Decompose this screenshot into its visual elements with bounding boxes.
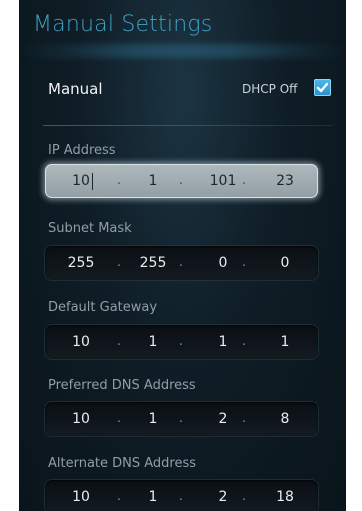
ip-address-octet-1[interactable]: 10 xyxy=(59,164,103,198)
default-gateway-label: Default Gateway xyxy=(48,300,158,315)
subnet-mask-octet-2[interactable]: 255 xyxy=(131,246,175,280)
alternate-dns-octet-2[interactable]: 1 xyxy=(131,480,175,511)
octet-separator: . xyxy=(116,411,122,426)
octet-separator: . xyxy=(178,411,184,426)
octet-separator: . xyxy=(178,334,184,349)
alternate-dns-field[interactable]: 10 . 1 . 2 . 18 xyxy=(45,480,318,511)
preferred-dns-field[interactable]: 10 . 1 . 2 . 8 xyxy=(45,402,318,436)
octet-separator: . xyxy=(241,255,247,270)
preferred-dns-octet-4[interactable]: 8 xyxy=(263,402,307,436)
ip-address-field[interactable]: 10 . 1 . 101 . 23 xyxy=(45,164,318,198)
octet-separator: . xyxy=(241,411,247,426)
dhcp-label: DHCP Off xyxy=(242,82,298,96)
text-caret xyxy=(92,173,93,190)
alternate-dns-label: Alternate DNS Address xyxy=(48,456,197,471)
preferred-dns-octet-1[interactable]: 10 xyxy=(59,402,103,436)
octet-separator: . xyxy=(116,173,122,188)
default-gateway-octet-4[interactable]: 1 xyxy=(263,325,307,359)
preferred-dns-octet-2[interactable]: 1 xyxy=(131,402,175,436)
title-glow xyxy=(19,44,346,58)
dhcp-off-checkbox[interactable] xyxy=(314,79,331,96)
ip-address-octet-4[interactable]: 23 xyxy=(263,164,307,198)
manual-settings-screen: Manual Settings Manual DHCP Off IP Addre… xyxy=(19,0,346,511)
octet-separator: . xyxy=(241,489,247,504)
subnet-mask-field[interactable]: 255 . 255 . 0 . 0 xyxy=(45,246,318,280)
default-gateway-octet-1[interactable]: 10 xyxy=(59,325,103,359)
octet-separator: . xyxy=(116,334,122,349)
octet-separator: . xyxy=(178,489,184,504)
octet-separator: . xyxy=(178,173,184,188)
page-title: Manual Settings xyxy=(33,12,213,37)
subnet-mask-octet-1[interactable]: 255 xyxy=(59,246,103,280)
default-gateway-field[interactable]: 10 . 1 . 1 . 1 xyxy=(45,325,318,359)
preferred-dns-label: Preferred DNS Address xyxy=(48,378,196,393)
mode-label: Manual xyxy=(48,80,103,98)
subnet-mask-octet-4[interactable]: 0 xyxy=(263,246,307,280)
divider xyxy=(43,125,333,126)
default-gateway-octet-2[interactable]: 1 xyxy=(131,325,175,359)
octet-separator: . xyxy=(116,255,122,270)
octet-separator: . xyxy=(116,489,122,504)
octet-separator: . xyxy=(241,173,247,188)
octet-separator: . xyxy=(178,255,184,270)
ip-address-label: IP Address xyxy=(48,143,116,158)
alternate-dns-octet-4[interactable]: 18 xyxy=(263,480,307,511)
octet-separator: . xyxy=(241,334,247,349)
checkmark-icon xyxy=(316,82,329,93)
subnet-mask-label: Subnet Mask xyxy=(48,221,132,236)
alternate-dns-octet-1[interactable]: 10 xyxy=(59,480,103,511)
ip-address-octet-2[interactable]: 1 xyxy=(131,164,175,198)
